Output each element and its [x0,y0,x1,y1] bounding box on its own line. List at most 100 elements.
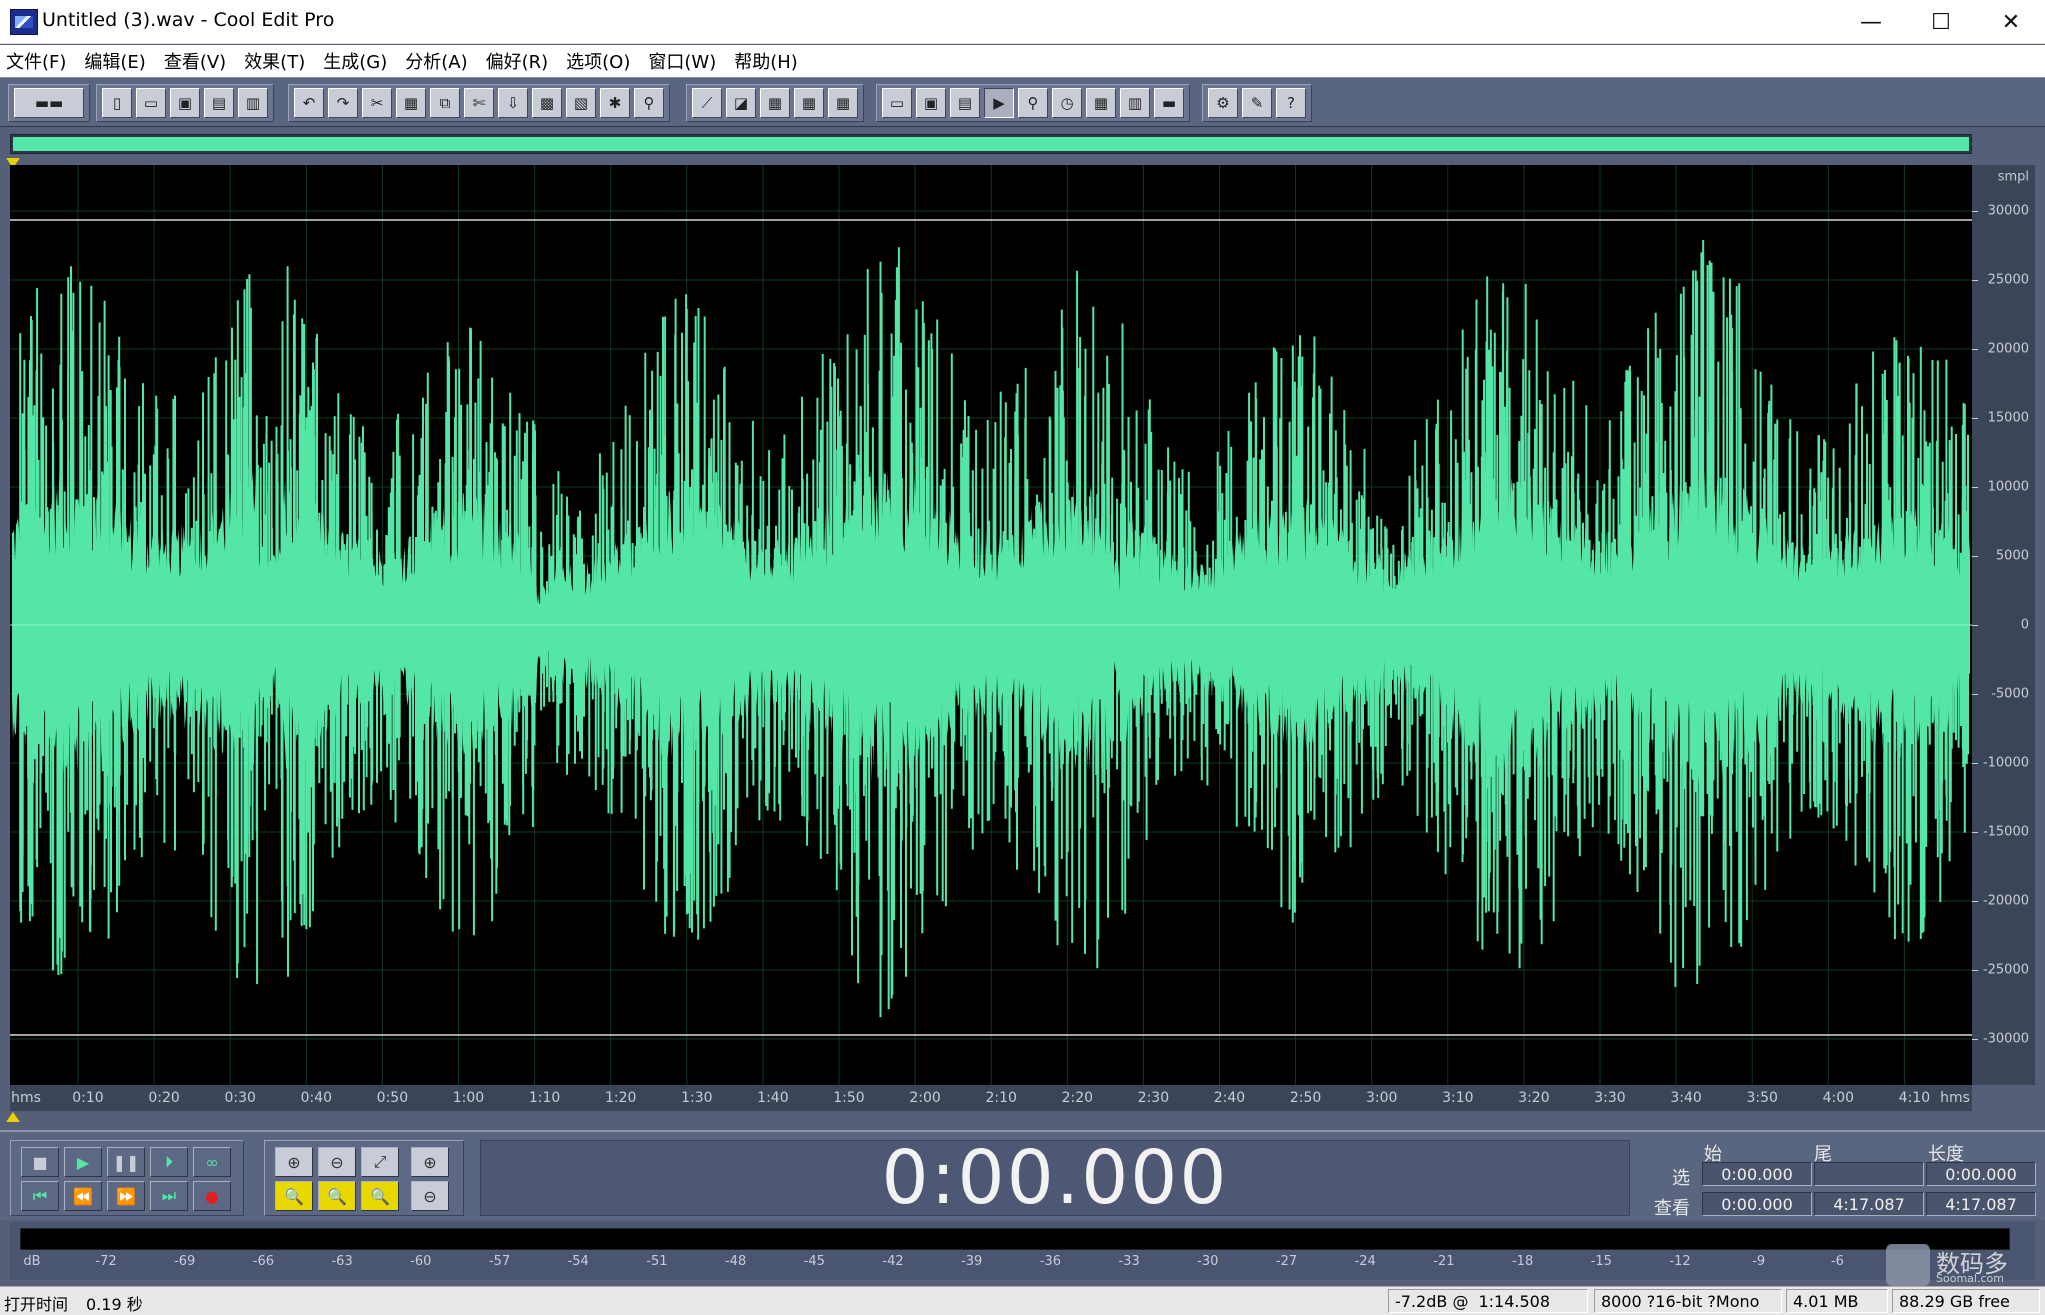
save-icon[interactable]: ▣ [170,88,200,118]
zoom-in-right-button[interactable]: 🔍 [318,1181,356,1211]
amplitude-tick-label: 30000 [1987,203,2029,219]
paste-to-file-icon[interactable]: ✱ [600,88,630,118]
pause-button[interactable]: ❚❚ [107,1147,145,1177]
zoom-in-button[interactable]: ⊕ [275,1147,313,1177]
level-meter-icon[interactable]: ▥ [1120,88,1150,118]
multi-select-3-icon[interactable]: ▦ [828,88,858,118]
app-icon[interactable] [10,9,38,35]
waveform-display[interactable] [10,165,1972,1085]
zoom-in-left-button[interactable]: 🔍 [275,1181,313,1211]
cut-trim-icon[interactable]: ✂ [362,88,392,118]
save-all-icon[interactable]: ▤ [204,88,234,118]
toolbar-group-edit: ↶ ↷ ✂ ▦ ⧉ ✄ ⇩ ▩ ▧ ✱ ⚲ [288,84,670,122]
envelope-icon[interactable]: ⟋ [692,88,722,118]
menu-edit[interactable]: 编辑(E) [84,48,145,74]
undo-icon[interactable]: ↶ [294,88,324,118]
rewind-button[interactable]: ⏪ [64,1181,102,1211]
loop-icon: ∞ [205,1152,219,1172]
time-tick-label: 2:40 [1213,1090,1246,1106]
overview-bar[interactable] [10,134,1972,154]
db-tick-label: -33 [1118,1254,1140,1269]
start-marker-bottom[interactable] [6,1112,20,1122]
redo-icon[interactable]: ↷ [328,88,358,118]
amplitude-tick [1972,901,1978,902]
db-unit-label: dB [23,1254,41,1269]
grid-icon[interactable]: ▦ [1086,88,1116,118]
play-to-end-icon: ⏵ [164,1152,173,1171]
cut-icon[interactable]: ✄ [464,88,494,118]
menu-options[interactable]: 选项(O) [566,48,630,74]
menu-analyze[interactable]: 分析(A) [405,48,467,74]
amplitude-tick-label: 10000 [1987,479,2029,495]
zoom-full-button[interactable]: ⤢ [361,1147,399,1177]
menu-effects[interactable]: 效果(T) [244,48,305,74]
multitrack-view-icon[interactable]: ▬▬ [14,88,84,118]
play-to-end-button[interactable]: ⏵ [150,1147,188,1177]
menu-bar: 文件(F) 编辑(E) 查看(V) 效果(T) 生成(G) 分析(A) 偏好(R… [0,45,2045,77]
cursor-time: 1:14.508 [1478,1291,1550,1311]
copy-icon[interactable]: ⧉ [430,88,460,118]
db-tick-label: -27 [1275,1254,1298,1269]
record-button[interactable]: ● [193,1181,231,1211]
multi-select-icon[interactable]: ▦ [760,88,790,118]
amplify-icon[interactable]: ◪ [726,88,756,118]
file-size-cell: 4.01 MB [1786,1289,1888,1313]
cue-list-icon[interactable]: ▤ [950,88,980,118]
loop-button[interactable]: ∞ [193,1147,231,1177]
minimize-button[interactable]: — [1836,0,1906,44]
frequency-analysis-icon[interactable]: ⚲ [1018,88,1048,118]
db-tick-label: -57 [488,1254,511,1269]
db-tick-label: -18 [1511,1254,1534,1269]
fast-forward-button[interactable]: ⏩ [107,1181,145,1211]
menu-favorites[interactable]: 偏好(R) [486,48,549,74]
spectral-view-icon[interactable]: ▣ [916,88,946,118]
zoom-vertical-in-button[interactable]: ⊕ [411,1147,449,1177]
settings-icon[interactable]: ⚙ [1208,88,1238,118]
amplitude-tick [1972,763,1978,764]
tools-icon[interactable]: ✎ [1242,88,1272,118]
zoom-vertical-out-button[interactable]: ⊖ [411,1181,449,1211]
cool-edit-window: Untitled (3).wav - Cool Edit Pro — ☐ ✕ 文… [0,0,2045,1315]
play-list-icon[interactable]: ▶ [984,88,1014,118]
menu-help[interactable]: 帮助(H) [734,48,798,74]
time-display-icon[interactable]: ◷ [1052,88,1082,118]
time-display: 0:00.000 [480,1135,1630,1221]
db-tick-label: -30 [1197,1254,1219,1269]
view-start-field[interactable]: 0:00.000 [1702,1192,1812,1216]
db-tick-label: -66 [252,1254,275,1269]
play-button[interactable]: ▶ [64,1147,102,1177]
time-tick-label: 4:10 [1898,1090,1931,1106]
go-start-button[interactable]: ⏮ [21,1181,59,1211]
maximize-button[interactable]: ☐ [1906,0,1976,44]
mix-paste-icon[interactable]: ▧ [566,88,596,118]
menu-view[interactable]: 查看(V) [164,48,226,74]
close-button[interactable]: ✕ [1976,0,2045,44]
menu-window[interactable]: 窗口(W) [648,48,716,74]
help-icon[interactable]: ? [1276,88,1306,118]
multi-select-2-icon[interactable]: ▦ [794,88,824,118]
status-bar-icon[interactable]: ▬ [1154,88,1184,118]
select-end-field[interactable] [1814,1162,1924,1186]
play-clip-icon[interactable]: ⚲ [634,88,664,118]
zoom-selection-button[interactable]: 🔍 [361,1181,399,1211]
view-end-field[interactable]: 4:17.087 [1814,1192,1924,1216]
paste-icon[interactable]: ⇩ [498,88,528,118]
select-start-field[interactable]: 0:00.000 [1702,1162,1812,1186]
db-tick-label: -42 [882,1254,904,1269]
amplitude-tick-label: -10000 [1982,755,2029,771]
copy-new-icon[interactable]: ▦ [396,88,426,118]
zoom-out-button[interactable]: ⊖ [318,1147,356,1177]
view-length-field[interactable]: 4:17.087 [1926,1192,2036,1216]
waveform-view-icon[interactable]: ▭ [882,88,912,118]
open-file-icon[interactable]: ▭ [136,88,166,118]
overview-range[interactable] [13,137,1969,151]
stop-button[interactable]: ■ [21,1147,59,1177]
save-selection-icon[interactable]: ▥ [238,88,268,118]
time-ruler[interactable]: hms hms 0:10 0:20 0:30 0:40 0:50 1:00 1:10 1:20… [10,1085,1972,1111]
paste-new-icon[interactable]: ▩ [532,88,562,118]
go-end-button[interactable]: ⏭ [150,1181,188,1211]
menu-generate[interactable]: 生成(G) [323,48,387,74]
new-file-icon[interactable]: ▯ [102,88,132,118]
select-length-field[interactable]: 0:00.000 [1926,1162,2036,1186]
menu-file[interactable]: 文件(F) [6,48,66,74]
